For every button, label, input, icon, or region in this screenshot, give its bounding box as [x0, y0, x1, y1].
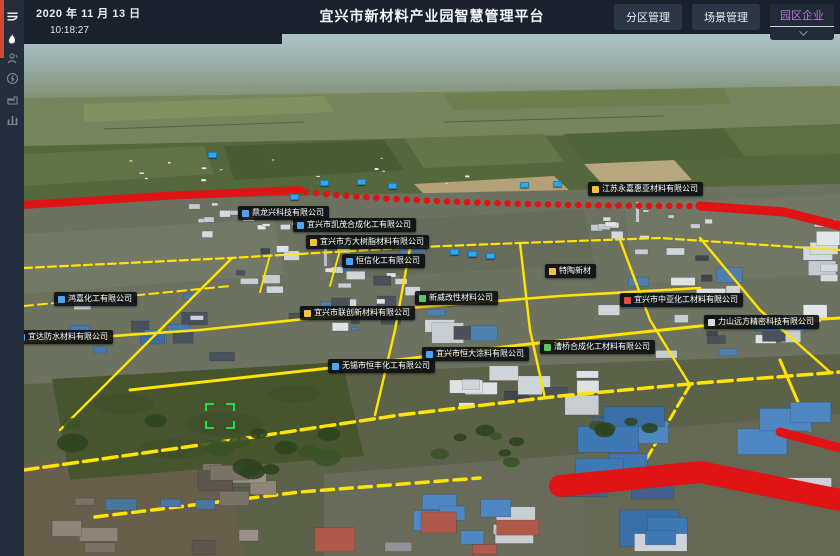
- company-label-text: 无锡市恒丰化工有限公司: [342, 362, 430, 370]
- company-label[interactable]: 宜达防水材料有限公司: [24, 330, 113, 344]
- company-label[interactable]: 漕桥合成化工材料有限公司: [540, 340, 655, 354]
- company-label[interactable]: 恒信化工有限公司: [342, 254, 425, 268]
- selection-brackets: [205, 403, 235, 429]
- company-label-text: 特陶新材: [559, 267, 591, 275]
- bar-chart-icon[interactable]: [0, 109, 24, 129]
- company-marker-icon: [58, 296, 65, 303]
- company-label[interactable]: 特陶新材: [545, 264, 596, 278]
- map-canvas[interactable]: 江苏永嘉惠亚材料有限公司鼎龙兴科技有限公司宜兴市凯茂合成化工有限公司宜兴市方大树…: [24, 34, 840, 556]
- company-label[interactable]: 鸿嘉化工有限公司: [54, 292, 137, 306]
- vehicle-marker[interactable]: [320, 180, 329, 186]
- company-marker-icon: [346, 258, 353, 265]
- company-marker-icon: [708, 319, 715, 326]
- company-marker-icon: [549, 268, 556, 275]
- vehicle-marker[interactable]: [357, 179, 366, 185]
- vehicle-marker[interactable]: [208, 152, 217, 158]
- datetime-panel: 2020 年 11 月 13 日 10:18:27: [24, 0, 282, 44]
- app-window: 宜兴市新材料产业园智慧管理平台 2020 年 11 月 13 日 10:18:2…: [0, 0, 840, 556]
- vehicle-marker[interactable]: [486, 253, 495, 259]
- company-marker-icon: [419, 295, 426, 302]
- company-label[interactable]: 宜兴市联创新材料有限公司: [300, 306, 415, 320]
- scene-management-button[interactable]: 场景管理: [692, 4, 760, 30]
- company-label-text: 宜达防水材料有限公司: [28, 333, 108, 341]
- company-marker-icon: [332, 363, 339, 370]
- company-marker-icon: [297, 222, 304, 229]
- company-marker-icon: [24, 334, 25, 341]
- vehicle-marker[interactable]: [388, 183, 397, 189]
- vehicle-marker[interactable]: [468, 251, 477, 257]
- company-label[interactable]: 江苏永嘉惠亚材料有限公司: [588, 182, 703, 196]
- company-label-text: 恒信化工有限公司: [356, 257, 420, 265]
- company-label-text: 江苏永嘉惠亚材料有限公司: [602, 185, 698, 193]
- company-label-text: 宜兴市联创新材料有限公司: [314, 309, 410, 317]
- vehicle-marker[interactable]: [450, 249, 459, 255]
- company-label-text: 宜兴市方大树脂材料有限公司: [320, 238, 424, 246]
- company-label-text: 鼎龙兴科技有限公司: [252, 209, 324, 217]
- person-alert-icon[interactable]: [0, 48, 24, 68]
- company-label[interactable]: 宜兴市中亚化工材料有限公司: [620, 293, 743, 307]
- company-marker-icon: [242, 210, 249, 217]
- company-label[interactable]: 新威改性材料公司: [415, 291, 498, 305]
- company-marker-icon: [592, 186, 599, 193]
- company-marker-icon: [426, 351, 433, 358]
- enterprise-dropdown[interactable]: 园区企业: [770, 4, 834, 40]
- company-label-text: 宜兴市恒大涂料有限公司: [436, 350, 524, 358]
- company-marker-icon: [624, 297, 631, 304]
- company-label-text: 鸿嘉化工有限公司: [68, 295, 132, 303]
- company-label-text: 力山远方精密科技有限公司: [718, 318, 814, 326]
- header: 宜兴市新材料产业园智慧管理平台 2020 年 11 月 13 日 10:18:2…: [24, 0, 840, 34]
- company-label-text: 漕桥合成化工材料有限公司: [554, 343, 650, 351]
- company-marker-icon: [544, 344, 551, 351]
- menu-icon[interactable]: [0, 6, 24, 26]
- company-label-text: 宜兴市凯茂合成化工有限公司: [307, 221, 411, 229]
- company-label[interactable]: 宜兴市恒大涂料有限公司: [422, 347, 529, 361]
- current-time: 10:18:27: [50, 25, 282, 36]
- company-label[interactable]: 无锡市恒丰化工有限公司: [328, 359, 435, 373]
- enterprise-dropdown-label: 园区企业: [770, 4, 834, 27]
- vehicle-marker[interactable]: [553, 181, 562, 187]
- company-label[interactable]: 力山远方精密科技有限公司: [704, 315, 819, 329]
- factory-icon[interactable]: [0, 89, 24, 109]
- zone-management-button[interactable]: 分区管理: [614, 4, 682, 30]
- company-marker-icon: [304, 310, 311, 317]
- current-date: 2020 年 11 月 13 日: [36, 5, 282, 21]
- vehicle-marker[interactable]: [520, 182, 529, 188]
- company-label-text: 宜兴市中亚化工材料有限公司: [634, 296, 738, 304]
- power-gauge-icon[interactable]: [0, 68, 24, 88]
- company-label-text: 新威改性材料公司: [429, 294, 493, 302]
- vehicle-marker[interactable]: [290, 194, 299, 200]
- chevron-down-icon: [770, 27, 834, 40]
- sidebar: [0, 0, 24, 556]
- company-marker-icon: [310, 239, 317, 246]
- company-label[interactable]: 宜兴市方大树脂材料有限公司: [306, 235, 429, 249]
- company-label[interactable]: 宜兴市凯茂合成化工有限公司: [293, 218, 416, 232]
- flame-icon[interactable]: [0, 29, 24, 49]
